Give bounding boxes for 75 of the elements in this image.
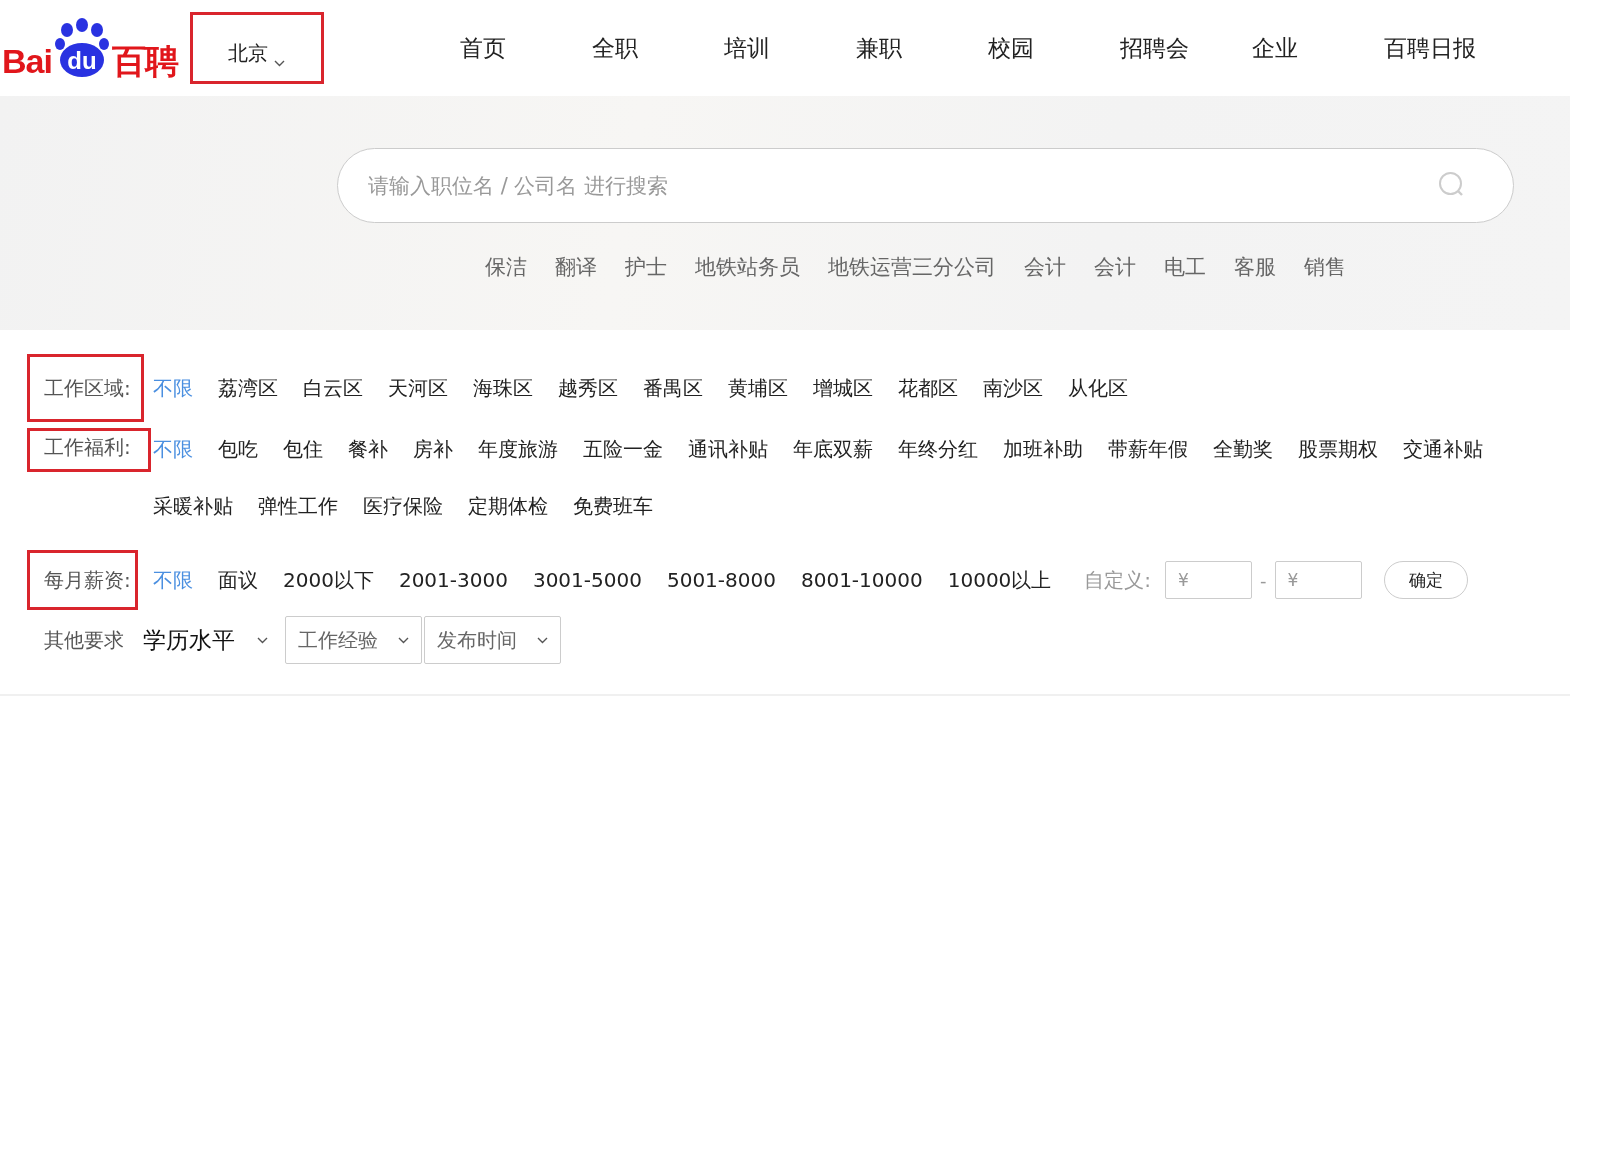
logo-text: Bai: [2, 44, 52, 78]
filter-option[interactable]: 加班补助: [1003, 435, 1083, 463]
logo[interactable]: Bai du 百聘: [2, 18, 178, 78]
chevron-down-icon: [537, 636, 548, 644]
filter-option[interactable]: 年底双薪: [793, 435, 873, 463]
hot-search-tag[interactable]: 会计: [1024, 253, 1066, 281]
filter-option[interactable]: 白云区: [303, 374, 363, 402]
nav-link[interactable]: 企业: [1251, 32, 1384, 64]
filter-option[interactable]: 带薪年假: [1108, 435, 1188, 463]
dropdown[interactable]: 工作经验: [285, 616, 422, 664]
filter-option[interactable]: 荔湾区: [218, 374, 278, 402]
city-selector[interactable]: 北京: [189, 12, 324, 84]
nav-link[interactable]: 首页: [459, 32, 592, 64]
nav-link[interactable]: 培训: [723, 32, 856, 64]
filter-option[interactable]: 房补: [413, 435, 453, 463]
filter-option[interactable]: 南沙区: [983, 374, 1043, 402]
filter-option[interactable]: 2000以下: [283, 566, 374, 594]
filter-option[interactable]: 弹性工作: [258, 492, 338, 520]
hot-search-tag[interactable]: 护士: [625, 253, 667, 281]
filter-option[interactable]: 海珠区: [473, 374, 533, 402]
nav-link[interactable]: 校园: [987, 32, 1120, 64]
filter-label: 工作福利:: [27, 428, 151, 472]
search-field[interactable]: 请输入职位名 / 公司名 进行搜索: [337, 148, 1514, 223]
filter-option[interactable]: 年终分红: [898, 435, 978, 463]
filter-option[interactable]: 免费班车: [573, 492, 653, 520]
nav-link[interactable]: 兼职: [855, 32, 988, 64]
filter-option[interactable]: 天河区: [388, 374, 448, 402]
filter-option[interactable]: 面议: [218, 566, 258, 594]
filter-label: 工作区域:: [27, 354, 144, 422]
filter-option[interactable]: 交通补贴: [1403, 435, 1483, 463]
filter-label: 其他要求: [44, 626, 124, 654]
filter-option[interactable]: 年度旅游: [478, 435, 558, 463]
logo-text: 百聘: [111, 44, 178, 78]
max-salary-field[interactable]: ¥: [1274, 561, 1362, 599]
min-salary-field[interactable]: ¥: [1165, 561, 1253, 599]
custom-range-label: 自定义:: [1084, 566, 1152, 594]
hot-search-tag[interactable]: 保洁: [485, 253, 527, 281]
hot-search-tag[interactable]: 销售: [1304, 253, 1346, 281]
dropdown[interactable]: 发布时间: [424, 616, 561, 664]
filter-label: 每月薪资:: [27, 550, 138, 610]
hot-search-tag[interactable]: 电工: [1164, 253, 1206, 281]
filter-option[interactable]: 8001-10000: [800, 566, 923, 594]
filter-option[interactable]: 包住: [283, 435, 323, 463]
filter-option[interactable]: 花都区: [898, 374, 958, 402]
filter-option[interactable]: 黄埔区: [728, 374, 788, 402]
filter-option[interactable]: 增城区: [813, 374, 873, 402]
chevron-down-icon: [257, 636, 268, 644]
hot-search-tag[interactable]: 客服: [1234, 253, 1276, 281]
filter-option[interactable]: 从化区: [1068, 374, 1128, 402]
filter-option[interactable]: 五险一金: [583, 435, 663, 463]
filter-option[interactable]: 餐补: [348, 435, 388, 463]
nav-link[interactable]: 百聘日报: [1383, 32, 1516, 64]
filter-option[interactable]: 定期体检: [468, 492, 548, 520]
filter-option[interactable]: 包吃: [218, 435, 258, 463]
filter-option[interactable]: 全勤奖: [1213, 435, 1273, 463]
filter-option[interactable]: 2001-3000: [398, 566, 508, 594]
filter-option[interactable]: 采暖补贴: [153, 492, 233, 520]
hot-search-tag[interactable]: 地铁站务员: [695, 253, 800, 281]
chevron-down-icon: [398, 636, 409, 644]
nav-link[interactable]: 招聘会: [1119, 32, 1252, 64]
filter-option[interactable]: 通讯补贴: [688, 435, 768, 463]
filter-option[interactable]: 5001-8000: [666, 566, 776, 594]
filter-option[interactable]: 医疗保险: [363, 492, 443, 520]
filter-option[interactable]: 3001-5000: [532, 566, 642, 594]
hot-search-tag[interactable]: 会计: [1094, 253, 1136, 281]
filter-option[interactable]: 股票期权: [1298, 435, 1378, 463]
filter-option[interactable]: 越秀区: [558, 374, 618, 402]
hot-search-tag[interactable]: 地铁运营三分公司: [828, 253, 996, 281]
filter-option[interactable]: 番禺区: [643, 374, 703, 402]
confirm-button[interactable]: 确定: [1383, 561, 1468, 599]
range-separator: -: [1260, 569, 1267, 591]
hot-search-tag[interactable]: 翻译: [555, 253, 597, 281]
filter-option[interactable]: 10000以上: [947, 566, 1052, 594]
chevron-down-icon: [274, 60, 286, 67]
nav-link[interactable]: 全职: [591, 32, 724, 64]
